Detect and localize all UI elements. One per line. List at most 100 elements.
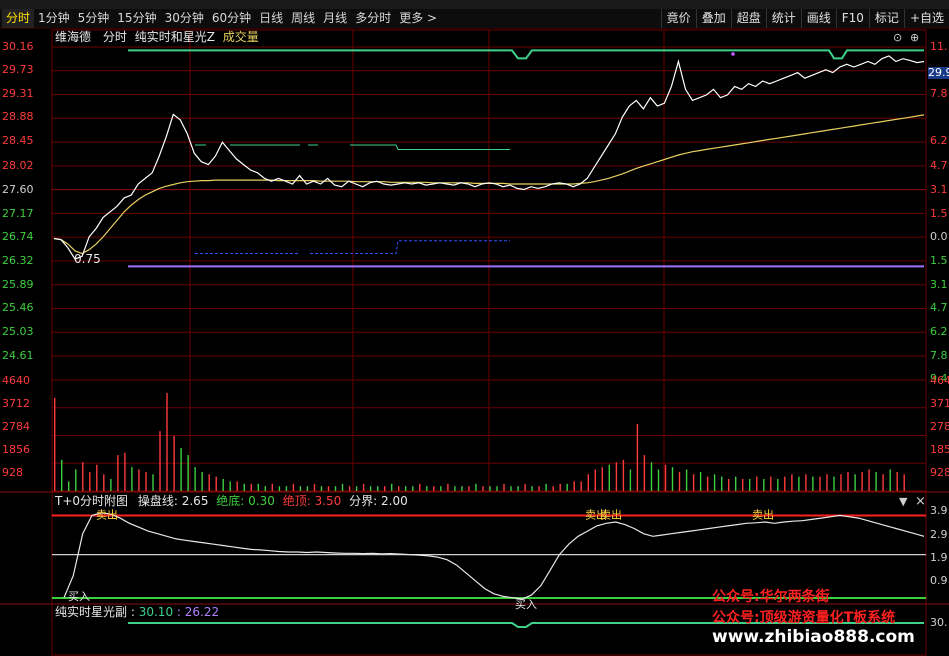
period-tab-3[interactable]: 15分钟	[113, 9, 160, 28]
price-axis-left-label: 25.89	[2, 278, 34, 291]
volume-bar	[159, 431, 161, 491]
volume-axis-left-label: 4640	[2, 374, 30, 387]
volume-bar	[678, 471, 681, 491]
volume-bar	[180, 447, 182, 491]
volume-bar	[664, 464, 667, 491]
volume-bar	[250, 483, 252, 491]
chart-header: 维海德 分时 纯实时和星光Z 成交量	[55, 30, 259, 44]
volume-bar	[728, 479, 730, 491]
period-tab-5[interactable]: 60分钟	[208, 9, 255, 28]
volume-bar	[580, 481, 582, 491]
volume-bar	[405, 486, 407, 491]
volume-bar	[264, 486, 266, 491]
volume-bar	[763, 479, 765, 491]
volume-bar	[117, 455, 119, 491]
volume-bar	[629, 469, 632, 491]
watermark-line-2: 公众号:顶级游资量化T板系统	[712, 610, 896, 626]
volume-bar	[503, 483, 505, 491]
volume-bar	[650, 462, 653, 491]
indicator-dropdown-icon[interactable]: ▼	[899, 495, 907, 508]
price-axis-left-label: 28.88	[2, 110, 34, 123]
volume-bar	[138, 469, 140, 491]
volume-bar	[475, 483, 477, 491]
period-tab-9[interactable]: 多分时	[351, 9, 395, 28]
period-tab-2[interactable]: 5分钟	[74, 9, 114, 28]
toolbar-button-0[interactable]: 竟价	[660, 9, 696, 28]
trade-signal-label: 卖出	[96, 507, 118, 521]
volume-bar	[54, 397, 56, 491]
volume-bar	[131, 467, 133, 491]
period-tab-6[interactable]: 日线	[255, 9, 287, 28]
period-tab-4[interactable]: 30分钟	[161, 9, 208, 28]
volume-bar	[257, 483, 259, 491]
period-tab-0[interactable]: 分时	[2, 9, 35, 28]
indicator-close-icon[interactable]: ×	[915, 494, 926, 509]
watermark-line-1: 公众号:华尔两条街	[712, 589, 830, 605]
period-tab-10[interactable]: 更多 >	[395, 9, 441, 28]
volume-bar	[735, 476, 737, 491]
boundary-label: 分界:	[349, 494, 378, 508]
volume-bar	[243, 483, 245, 491]
volume-bar	[819, 476, 821, 491]
period-tab-7[interactable]: 周线	[287, 9, 319, 28]
volume-bar	[671, 467, 674, 491]
toolbar-button-3[interactable]: 统计	[765, 9, 801, 28]
price-axis-left-label: 29.31	[2, 87, 34, 100]
volume-bar	[482, 486, 484, 491]
volume-bar	[587, 474, 589, 491]
indicator-name[interactable]: 纯实时和星光Z	[135, 30, 215, 44]
volume-bar	[770, 476, 772, 491]
price-axis-right-label: 7.8	[930, 88, 948, 100]
sub-panel-title[interactable]: 纯实时星光副	[55, 605, 127, 619]
bottom-value: 0.30	[248, 494, 275, 508]
volume-bar	[145, 471, 147, 491]
volume-bar	[636, 424, 639, 491]
volume-bar	[531, 486, 533, 491]
volume-bar	[889, 469, 891, 491]
upper-band-line	[128, 49, 924, 60]
price-axis-right-label: 7.8	[930, 350, 948, 362]
volume-bar	[826, 474, 828, 491]
volume-bar	[545, 483, 547, 491]
toolbar-button-1[interactable]: 叠加	[695, 9, 731, 28]
toolbar-button-5[interactable]: F10	[835, 9, 869, 28]
volume-bar	[608, 464, 610, 491]
volume-bar	[194, 467, 196, 491]
toolbar-button-6[interactable]: 标记	[868, 9, 904, 28]
volume-bar	[82, 462, 84, 491]
sub-panel-axis-label: 30.	[930, 617, 948, 629]
volume-bar	[657, 469, 660, 491]
chart-settings-icon[interactable]: ⊙	[893, 31, 902, 44]
current-price-tag: 29.9	[928, 67, 949, 79]
volume-bar	[615, 462, 618, 491]
price-axis-right-label: 3.1	[930, 279, 948, 291]
volume-bar	[89, 471, 91, 491]
toolbar-button-2[interactable]: 超盘	[730, 9, 766, 28]
volume-bar	[440, 486, 442, 491]
volume-bar	[861, 471, 863, 491]
watermark-line-3: www.zhibiao888.com	[712, 627, 915, 647]
volume-bar	[538, 486, 540, 491]
period-tab-1[interactable]: 1分钟	[34, 9, 74, 28]
volume-bar	[517, 486, 519, 491]
volume-bar	[103, 474, 105, 491]
volume-bar	[152, 474, 154, 491]
toolbar-button-7[interactable]: +自选	[903, 9, 949, 28]
volume-bar	[721, 476, 723, 491]
volume-bar	[278, 486, 281, 491]
volume-axis-left-label: 928	[2, 466, 23, 479]
line-value: 2.65	[181, 494, 209, 508]
period-tab-8[interactable]: 月线	[319, 9, 351, 28]
volume-bar	[594, 469, 596, 491]
toolbar-button-4[interactable]: 画线	[800, 9, 836, 28]
volume-bar	[320, 486, 323, 491]
indicator-title[interactable]: T+0分时附图	[55, 494, 128, 508]
volume-bar	[341, 483, 344, 491]
volume-bar	[706, 476, 709, 491]
volume-bar	[643, 455, 646, 491]
volume-bar	[882, 474, 884, 491]
volume-bar	[756, 476, 758, 491]
chart-mode: 分时	[102, 30, 127, 44]
chart-zoom-icon[interactable]: ⊕	[910, 31, 919, 44]
volume-bar	[75, 469, 77, 491]
